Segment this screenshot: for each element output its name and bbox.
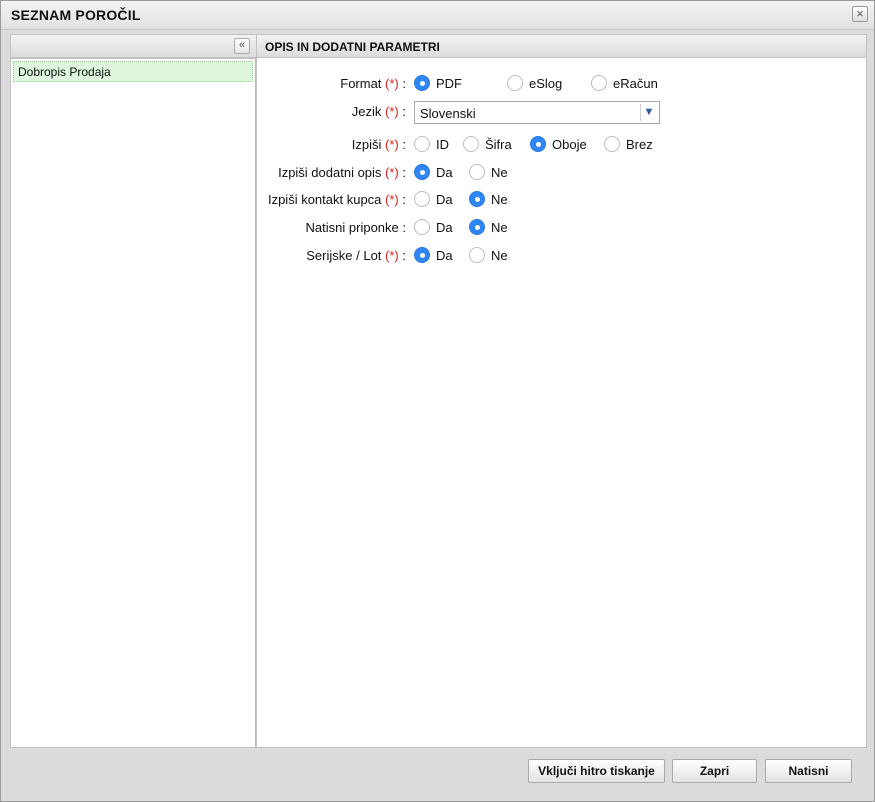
print-button[interactable]: Natisni [765,759,852,783]
radio-selected-icon[interactable] [469,190,485,207]
extra-description-row: Izpiši dodatni opis (*) : Da Ne [257,162,866,184]
radio-icon[interactable] [463,135,479,152]
radio-selected-icon[interactable] [414,74,430,91]
language-select-value: Slovenski [420,106,476,121]
print-option-sifra[interactable]: Šifra [463,135,512,154]
language-row: Jezik (*) : Slovenski ▼ [257,101,866,124]
radio-selected-icon[interactable] [414,163,430,180]
customer-contact-ne[interactable]: Ne [469,190,508,209]
attachments-label: Natisni priponke : [305,220,406,235]
serial-lot-label: Serijske / Lot (*) : [306,248,406,263]
print-id-row: Izpiši (*) : ID Šifra Oboje Brez [257,134,866,156]
radio-icon[interactable] [604,135,620,152]
radio-icon[interactable] [414,190,430,207]
radio-selected-icon[interactable] [530,135,546,152]
chevron-down-icon[interactable]: ▼ [640,104,657,121]
radio-icon[interactable] [469,163,485,180]
extra-description-label: Izpiši dodatni opis (*) : [278,165,406,180]
radio-icon[interactable] [591,74,607,91]
list-item-dobropis-prodaja[interactable]: Dobropis Prodaja [13,61,253,82]
extra-description-da[interactable]: Da [414,163,453,182]
close-button[interactable]: Zapri [672,759,757,783]
radio-icon[interactable] [469,246,485,263]
report-list: Dobropis Prodaja [10,58,256,748]
format-option-eslog[interactable]: eSlog [507,74,562,93]
format-option-pdf[interactable]: PDF [414,74,462,93]
parameters-panel: Format (*) : PDF eSlog eRačun Jezik (*) … [256,58,867,748]
print-id-label: Izpiši (*) : [351,137,406,152]
print-option-oboje[interactable]: Oboje [530,135,587,154]
serial-lot-row: Serijske / Lot (*) : Da Ne [257,245,866,267]
parameters-header: OPIS IN DODATNI PARAMETRI [256,34,867,58]
print-option-brez[interactable]: Brez [604,135,653,154]
customer-contact-da[interactable]: Da [414,190,453,209]
dialog-title: SEZNAM POROČIL [11,7,141,23]
attachments-row: Natisni priponke : Da Ne [257,217,866,239]
format-option-eracun[interactable]: eRačun [591,74,658,93]
radio-selected-icon[interactable] [414,246,430,263]
extra-description-ne[interactable]: Ne [469,163,508,182]
format-label: Format (*) : [340,76,406,91]
radio-icon[interactable] [414,218,430,235]
collapse-panel-icon[interactable]: « [234,38,250,54]
serial-lot-ne[interactable]: Ne [469,246,508,265]
radio-icon[interactable] [507,74,523,91]
close-icon[interactable]: × [852,6,868,22]
language-label: Jezik (*) : [351,104,406,119]
serial-lot-da[interactable]: Da [414,246,453,265]
dialog-titlebar: SEZNAM POROČIL × [1,1,874,30]
language-select[interactable]: Slovenski ▼ [414,101,660,124]
format-row: Format (*) : PDF eSlog eRačun [257,73,866,95]
radio-selected-icon[interactable] [469,218,485,235]
quick-print-button[interactable]: Vključi hitro tiskanje [528,759,665,783]
customer-contact-row: Izpiši kontakt kupca (*) : Da Ne [257,189,866,211]
report-list-header: « [10,34,256,58]
attachments-da[interactable]: Da [414,218,453,237]
radio-icon[interactable] [414,135,430,152]
customer-contact-label: Izpiši kontakt kupca (*) : [267,192,406,207]
print-option-id[interactable]: ID [414,135,449,154]
attachments-ne[interactable]: Ne [469,218,508,237]
report-list-dialog: SEZNAM POROČIL × « Dobropis Prodaja OPIS… [0,0,875,802]
